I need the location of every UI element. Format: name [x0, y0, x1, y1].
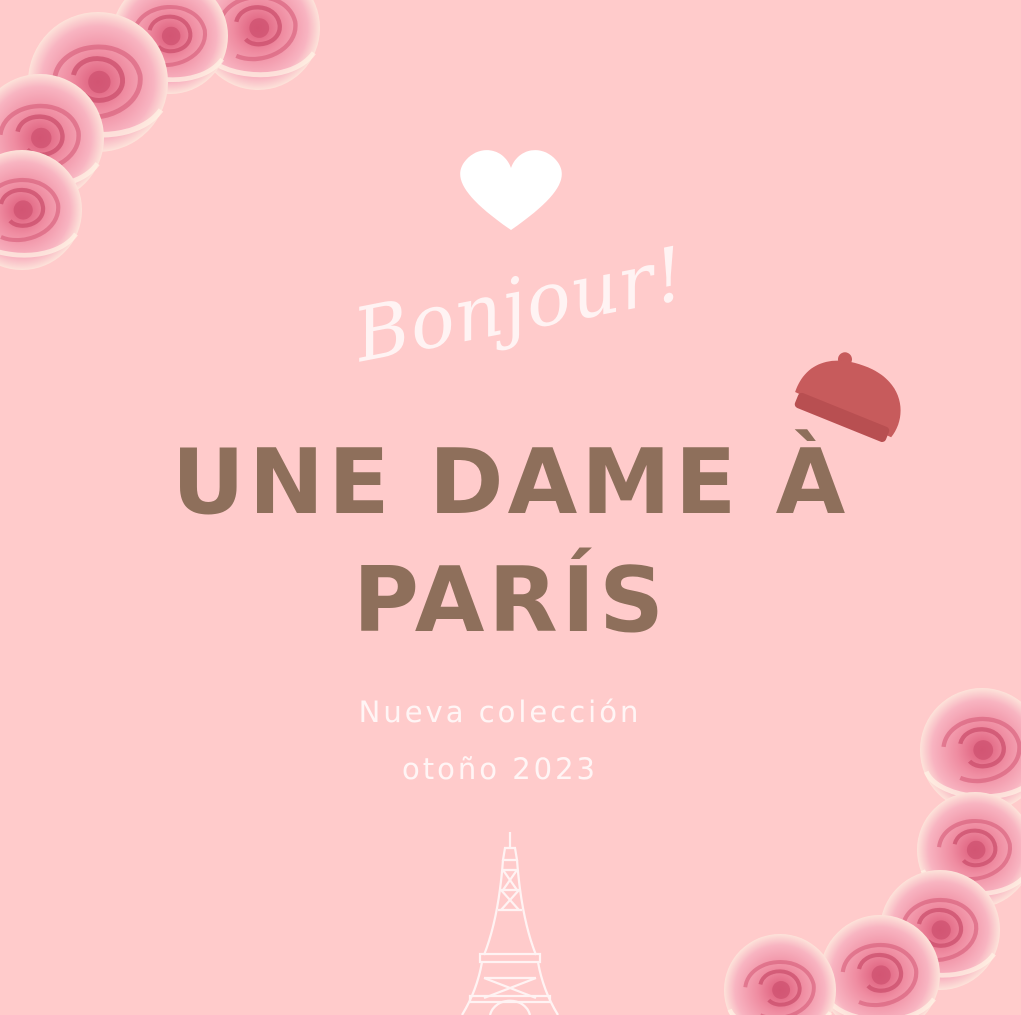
- roses-bottom-right: [724, 688, 1021, 1015]
- poster: Bonjour! UNE DAME À PARÍS Nueva colecció…: [0, 0, 1021, 1015]
- subtitle-line-2: otoño 2023: [402, 752, 598, 786]
- subtitle-line-1: Nueva colección: [358, 695, 642, 729]
- heart-icon: [460, 150, 562, 230]
- roses-top-left: [0, 0, 320, 270]
- eiffel-tower-icon: [461, 832, 559, 1015]
- rose-icon: [724, 934, 836, 1015]
- title-line-2: PARÍS: [353, 548, 668, 653]
- title-line-1: UNE DAME À: [171, 430, 850, 535]
